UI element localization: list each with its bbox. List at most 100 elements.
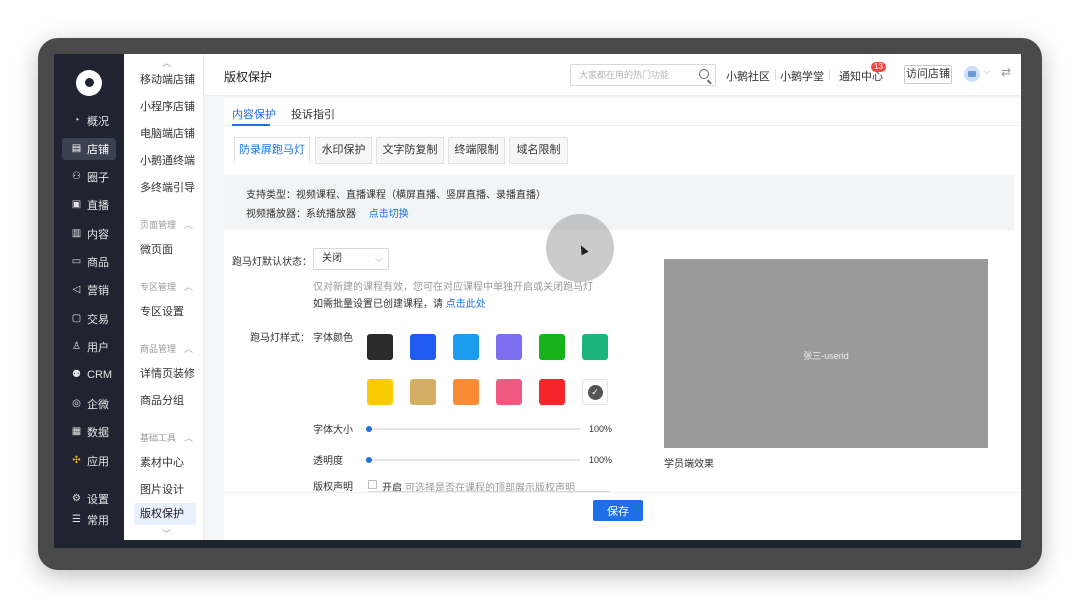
opacity-slider[interactable]	[366, 457, 580, 463]
color-swatch[interactable]	[496, 379, 522, 405]
nav-item-favorites[interactable]: ☰ 常用	[62, 509, 116, 531]
visit-store-button[interactable]: 访问店铺	[904, 65, 952, 84]
subnav-group-page[interactable]: 页面管理 ︿	[140, 218, 193, 231]
system-taskbar	[54, 540, 1021, 548]
nav-item-crm[interactable]: ⚉ CRM	[62, 364, 116, 386]
slider-handle[interactable]	[366, 457, 372, 463]
color-swatch[interactable]	[453, 379, 479, 405]
nav-label: 用户	[87, 342, 109, 354]
nav-item-content[interactable]: ▥ 内容	[62, 223, 116, 245]
subtab-marquee[interactable]: 防录屏跑马灯	[234, 137, 310, 164]
switch-player-link[interactable]: 点击切换	[369, 209, 409, 220]
avatar[interactable]	[964, 66, 980, 82]
subnav-item-copyright-protection[interactable]: 版权保护	[134, 503, 196, 525]
subtab-domain-limit[interactable]: 域名限制	[509, 137, 568, 164]
subnav-item-pc-store[interactable]: 电脑端店铺	[140, 125, 195, 141]
crm-icon: ⚉	[72, 369, 81, 380]
link-academy[interactable]: 小鹅学堂	[780, 68, 824, 84]
student-preview: 张三-userid	[664, 259, 988, 448]
color-swatch[interactable]	[539, 334, 565, 360]
player-text: 视频播放器：系统播放器	[246, 209, 356, 220]
page-title: 版权保护	[224, 70, 273, 84]
subnav-item-multi-terminal[interactable]: 多终端引导	[140, 179, 195, 195]
scroll-down-icon[interactable]: ﹀	[162, 527, 171, 540]
search-input[interactable]	[579, 65, 697, 85]
color-swatch[interactable]	[539, 379, 565, 405]
color-swatch[interactable]	[410, 334, 436, 360]
group-label: 专区管理	[140, 282, 177, 292]
batch-settings-link[interactable]: 点击此处	[446, 299, 486, 310]
footer-bar: 保存	[224, 492, 1021, 532]
nav-item-users[interactable]: ♙ 用户	[62, 336, 116, 358]
style-label: 跑马灯样式：	[250, 333, 310, 344]
switch-icon[interactable]: ⇄	[1001, 65, 1011, 79]
chevron-up-icon: ︿	[184, 220, 194, 230]
subnav-group-zone[interactable]: 专区管理 ︿	[140, 280, 193, 293]
subnav-group-goods[interactable]: 商品管理 ︿	[140, 342, 193, 355]
marquee-hint: 仅对新建的课程有效，您可在对应课程中单独开启或关闭跑马灯	[313, 282, 593, 293]
subnav-group-tools[interactable]: 基础工具 ︿	[140, 431, 193, 444]
save-button[interactable]: 保存	[593, 500, 643, 521]
nav-item-wecom[interactable]: ◎ 企微	[62, 393, 116, 415]
subnav-item-terminal[interactable]: 小鹅通终端	[140, 152, 195, 168]
color-swatch[interactable]	[410, 379, 436, 405]
color-swatch[interactable]	[367, 334, 393, 360]
nav-item-store[interactable]: ▤ 店铺	[62, 138, 116, 160]
tab-content-protection[interactable]: 内容保护	[232, 106, 276, 122]
subnav-item-detail-decoration[interactable]: 详情页装修	[140, 365, 195, 381]
link-community[interactable]: 小鹅社区	[726, 68, 770, 84]
nav-item-marketing[interactable]: ◁ 营销	[62, 279, 116, 301]
nav-item-trade[interactable]: ▢ 交易	[62, 308, 116, 330]
nav-label: 概况	[87, 116, 109, 128]
custom-color-swatch[interactable]: ✓	[582, 379, 608, 405]
search-box[interactable]	[570, 64, 716, 86]
trade-icon: ▢	[71, 313, 82, 324]
chevron-down-icon[interactable]: ⌵	[984, 67, 990, 77]
active-tab-indicator	[232, 124, 270, 126]
font-size-slider[interactable]	[366, 426, 580, 432]
scroll-up-icon[interactable]: ︿	[162, 56, 171, 69]
subtab-watermark[interactable]: 水印保护	[315, 137, 372, 164]
nav-label: 营销	[87, 285, 109, 297]
font-size-label: 字体大小	[313, 425, 353, 436]
brand-logo[interactable]	[76, 70, 102, 96]
nav-label: 企微	[87, 399, 109, 411]
subnav-item-zone-settings[interactable]: 专区设置	[140, 303, 184, 319]
search-icon[interactable]	[699, 69, 709, 79]
color-swatch[interactable]	[582, 334, 608, 360]
nav-item-settings[interactable]: ⚙ 设置	[62, 488, 116, 510]
default-state-select[interactable]: 关闭 ⌵	[313, 248, 389, 270]
goods-icon: ▭	[71, 256, 82, 267]
subnav-item-goods-group[interactable]: 商品分组	[140, 392, 184, 408]
subnav-item-mobile-store[interactable]: 移动端店铺	[140, 71, 195, 87]
nav-label: 数据	[87, 427, 109, 439]
community-icon: ⚇	[72, 171, 81, 182]
subtab-terminal-limit[interactable]: 终端限制	[448, 137, 505, 164]
copyright-checkbox[interactable]	[368, 480, 377, 489]
subnav-item-material-center[interactable]: 素材中心	[140, 454, 184, 470]
color-swatch[interactable]	[496, 334, 522, 360]
nav-item-goods[interactable]: ▭ 商品	[62, 251, 116, 273]
tab-complaint-guide[interactable]: 投诉指引	[291, 106, 335, 122]
subnav-item-miniprogram-store[interactable]: 小程序店铺	[140, 98, 195, 114]
player-line: 视频播放器：系统播放器 点击切换	[246, 205, 409, 220]
secondary-nav: ︿ 移动端店铺 小程序店铺 电脑端店铺 小鹅通终端 多终端引导 页面管理 ︿ 微…	[124, 54, 204, 548]
nav-label: 直播	[87, 200, 109, 212]
subnav-item-image-design[interactable]: 图片设计	[140, 481, 184, 497]
subnav-item-micro-page[interactable]: 微页面	[140, 241, 173, 257]
color-swatch[interactable]	[367, 379, 393, 405]
nav-item-data[interactable]: ▦ 数据	[62, 421, 116, 443]
apps-icon: ✣	[72, 455, 81, 466]
color-swatch[interactable]	[453, 334, 479, 360]
default-state-label: 跑马灯默认状态：	[232, 257, 312, 268]
nav-item-apps[interactable]: ✣ 应用	[62, 450, 116, 472]
font-size-value: 100%	[589, 424, 613, 434]
slider-handle[interactable]	[366, 426, 372, 432]
nav-item-community[interactable]: ⚇ 圈子	[62, 166, 116, 188]
gear-icon: ⚙	[72, 493, 81, 504]
nav-item-overview[interactable]: ◔ 概况	[62, 110, 116, 132]
subtab-copy-protection[interactable]: 文字防复制	[376, 137, 444, 164]
data-icon: ▦	[71, 426, 82, 437]
nav-item-live[interactable]: ▣ 直播	[62, 194, 116, 216]
top-header: 版权保护 小鹅社区 小鹅学堂 通知中心 13 访问店铺 ⌵ ⇄	[204, 54, 1021, 96]
